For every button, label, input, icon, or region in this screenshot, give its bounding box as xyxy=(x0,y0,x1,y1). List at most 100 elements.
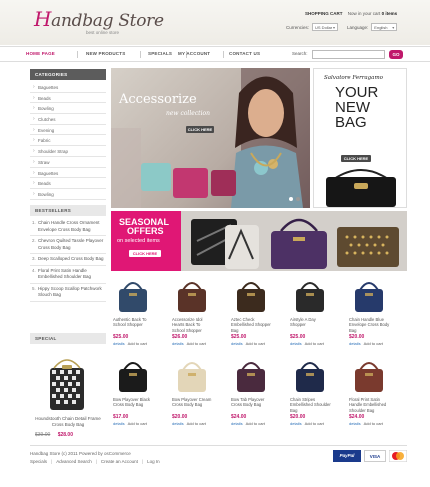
product-image[interactable] xyxy=(172,356,212,394)
add-to-cart-link[interactable]: Add to cart xyxy=(305,421,324,426)
product-card[interactable]: Aztec Check Embellished Shopper Bag $25.0… xyxy=(231,276,273,346)
special-product-image[interactable] xyxy=(36,354,98,414)
details-link[interactable]: details xyxy=(290,341,302,346)
product-name[interactable]: Floral Print Satin Handle Embellished Sh… xyxy=(349,397,391,413)
details-link[interactable]: details xyxy=(231,421,243,426)
details-link[interactable]: details xyxy=(290,421,302,426)
slider-dot[interactable] xyxy=(289,197,293,201)
special-old-price: $39.00 xyxy=(35,432,51,438)
seasonal-cta-button[interactable]: CLICK HERE xyxy=(129,250,161,257)
product-card[interactable]: Bow Playover Cream Cross Body Bag $20.00 d… xyxy=(172,356,214,426)
category-item[interactable]: Evening xyxy=(30,125,106,136)
add-to-cart-link[interactable]: Add to cart xyxy=(246,341,265,346)
special-product-name[interactable]: Houndstooth Chain Detail Frame Cross Bod… xyxy=(30,416,106,428)
product-image[interactable] xyxy=(290,356,330,394)
product-name[interactable]: Authentic Back To School Shopper xyxy=(113,317,155,333)
bestsellers-list: 1. Chain Handle Cross Ornament Envelope C… xyxy=(30,218,106,302)
add-to-cart-link[interactable]: Add to cart xyxy=(364,421,383,426)
details-link[interactable]: details xyxy=(172,341,184,346)
product-image[interactable] xyxy=(231,356,271,394)
search-button[interactable]: GO xyxy=(389,50,403,59)
product-name[interactable]: Chain Handle Blue Envelope Cross Body Ba… xyxy=(349,317,391,333)
product-card[interactable]: Bow Tab Playover Cross Body Bag $24.00 det… xyxy=(231,356,273,426)
product-image[interactable] xyxy=(172,276,212,314)
slider-dot[interactable] xyxy=(296,197,300,201)
footer-link-create-account[interactable]: Create an Account xyxy=(101,459,138,464)
product-card[interactable]: Chain Handle Blue Envelope Cross Body Ba… xyxy=(349,276,391,346)
accessorize-banner[interactable]: Accessorize new collection CLICK HERE xyxy=(111,68,310,208)
categories-heading: CATEGORIES xyxy=(30,69,106,80)
add-to-cart-link[interactable]: Add to cart xyxy=(187,341,206,346)
product-name[interactable]: Bow Tab Playover Cross Body Bag xyxy=(231,397,273,413)
add-to-cart-link[interactable]: Add to cart xyxy=(128,421,147,426)
footer-divider: | xyxy=(51,459,53,464)
product-image[interactable] xyxy=(349,276,389,314)
add-to-cart-link[interactable]: Add to cart xyxy=(364,341,383,346)
details-link[interactable]: details xyxy=(349,421,361,426)
ferragamo-cta-button[interactable]: CLICK HERE xyxy=(341,155,371,162)
category-item[interactable]: Clutches xyxy=(30,114,106,125)
product-image[interactable] xyxy=(113,356,153,394)
product-card[interactable]: Chain Stripes Embellished Shoulder Bag $2… xyxy=(290,356,332,426)
product-price: $25.00 xyxy=(290,334,306,340)
footer-link-advanced-search[interactable]: Advanced Search xyxy=(56,459,92,464)
nav-home[interactable]: HOME PAGE xyxy=(26,51,55,56)
details-link[interactable]: details xyxy=(349,341,361,346)
product-image[interactable] xyxy=(113,276,153,314)
bestseller-item[interactable]: 2. Chevron Quilted Tassle Playover Cross … xyxy=(30,236,106,254)
category-item[interactable]: Straw xyxy=(30,157,106,168)
footer-link-specials[interactable]: Specials xyxy=(30,459,47,464)
nav-contact-us[interactable]: CONTACT US xyxy=(229,51,260,56)
bestseller-item[interactable]: 3. Deep Scalloped Cross Body Bag xyxy=(30,254,106,266)
seasonal-line-2: OFFERS xyxy=(127,226,164,236)
category-item[interactable]: Baguettes xyxy=(30,82,106,93)
category-item[interactable]: Bowling xyxy=(30,103,106,115)
product-name[interactable]: Aztec Check Embellished Shopper Bag xyxy=(231,317,273,333)
details-link[interactable]: details xyxy=(231,341,243,346)
language-select[interactable]: English ▾ xyxy=(371,23,398,31)
product-card[interactable]: Bow Playover Black Cross Body Bag $17.00 d… xyxy=(113,356,155,426)
accessorize-cta-button[interactable]: CLICK HERE xyxy=(186,126,214,133)
bestseller-item[interactable]: 4. Floral Print Satin Handle Embellished … xyxy=(30,266,106,284)
product-card[interactable]: Floral Print Satin Handle Embellished Sh… xyxy=(349,356,391,426)
language-value: English xyxy=(374,25,388,30)
product-name[interactable]: Bow Playover Cream Cross Body Bag xyxy=(172,397,214,413)
product-name[interactable]: Bow Playover Black Cross Body Bag xyxy=(113,397,155,413)
product-actions: details Add to cart xyxy=(172,341,214,346)
ferragamo-line-3: BAG xyxy=(335,114,367,131)
category-item[interactable]: Fabric xyxy=(30,135,106,147)
category-item[interactable]: Beads xyxy=(30,93,106,104)
add-to-cart-link[interactable]: Add to cart xyxy=(305,341,324,346)
product-image[interactable] xyxy=(231,276,271,314)
add-to-cart-link[interactable]: Add to cart xyxy=(187,421,206,426)
add-to-cart-link[interactable]: Add to cart xyxy=(128,341,147,346)
details-link[interactable]: details xyxy=(113,421,125,426)
product-card[interactable]: Airstyle A Day Shopper $25.00 details Add t… xyxy=(290,276,332,346)
product-name[interactable]: Airstyle A Day Shopper xyxy=(290,317,332,333)
product-name[interactable]: Chain Stripes Embellished Shoulder Bag xyxy=(290,397,332,413)
footer-link-login[interactable]: Log In xyxy=(147,459,160,464)
product-card[interactable]: Authentic Back To School Shopper $25.00 de… xyxy=(113,276,155,346)
category-item[interactable]: Beads xyxy=(30,178,106,189)
nav-my-account[interactable]: MY ACCOUNT xyxy=(178,51,210,56)
nav-specials[interactable]: SPECIALS xyxy=(148,51,172,56)
cart-summary[interactable]: SHOPPING CART Now in your cart 0 items xyxy=(305,11,397,16)
category-item[interactable]: Shoulder Strap xyxy=(30,146,106,157)
bestseller-item[interactable]: 5. Hippy Scoop Scallop Patchwork Slouch B… xyxy=(30,284,106,302)
nav-new-products[interactable]: NEW PRODUCTS xyxy=(86,51,125,56)
bestseller-item[interactable]: 1. Chain Handle Cross Ornament Envelope C… xyxy=(30,218,106,236)
product-name[interactable]: Accessorize Idol Hearts Back To School S… xyxy=(172,317,214,333)
product-image[interactable] xyxy=(349,356,389,394)
details-link[interactable]: details xyxy=(113,341,125,346)
add-to-cart-link[interactable]: Add to cart xyxy=(246,421,265,426)
store-logo[interactable]: Handbag Store xyxy=(34,7,164,31)
product-image[interactable] xyxy=(290,276,330,314)
product-card[interactable]: Accessorize Idol Hearts Back To School S… xyxy=(172,276,214,346)
currency-select[interactable]: US Dollar ▾ xyxy=(312,23,339,31)
category-item[interactable]: Bowling xyxy=(30,189,106,200)
details-link[interactable]: details xyxy=(172,421,184,426)
ferragamo-banner[interactable]: Salvatore Ferragamo YOUR NEW BAG CLICK H… xyxy=(313,68,407,208)
category-item[interactable]: Baguettes xyxy=(30,168,106,179)
seasonal-banner[interactable]: SEASONAL OFFERS on selected items CLICK … xyxy=(111,211,407,271)
search-input[interactable] xyxy=(312,50,385,59)
